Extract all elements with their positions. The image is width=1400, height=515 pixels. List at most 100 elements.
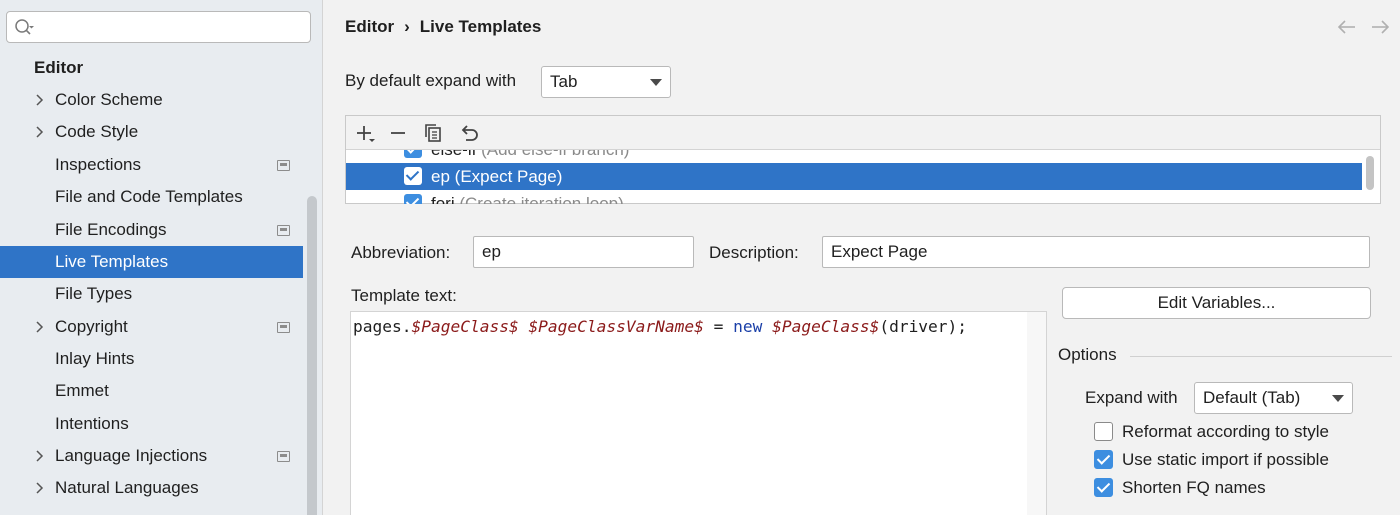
template-list-scrollbar[interactable] [1366,156,1374,190]
settings-sidebar: Editor Color Scheme Code Style Inspectio… [0,0,323,515]
sidebar-item-label: Code Style [55,122,139,141]
project-settings-icon [277,451,290,462]
back-arrow-icon[interactable] [1336,16,1358,38]
description-field[interactable]: Expect Page [822,236,1370,268]
options-divider [1130,356,1392,357]
static-import-label: Use static import if possible [1122,450,1329,469]
project-settings-icon [277,225,290,236]
template-name: ep [431,167,450,186]
expand-with-value: Default (Tab) [1203,388,1301,407]
template-description: (Create iteration loop) [459,194,624,204]
template-name: else-if [431,150,476,159]
sidebar-item-label: Natural Languages [55,478,199,497]
template-code[interactable]: pages.$PageClass$ $PageClassVarName$ = n… [353,317,967,336]
sidebar-item-file-types[interactable]: File Types [0,278,303,310]
chevron-right-icon[interactable] [33,125,47,139]
breadcrumb-separator: › [404,17,410,36]
expand-default-value: Tab [550,72,578,91]
reformat-label: Reformat according to style [1122,422,1329,441]
sidebar-item-label: File Types [55,284,133,303]
sidebar-item-label: Inlay Hints [55,349,135,368]
sidebar-item-inlay-hints[interactable]: Inlay Hints [0,343,303,375]
sidebar-item-color-scheme[interactable]: Color Scheme [0,84,303,116]
expand-default-label: By default expand with [345,71,517,90]
add-icon[interactable] [355,123,375,143]
template-enabled-checkbox[interactable] [404,194,422,204]
sidebar-item-live-templates[interactable]: Live Templates [0,246,303,278]
options-title: Options [1058,345,1117,364]
code-text: (driver); [879,317,968,336]
sidebar-item-label: Intentions [55,414,129,433]
code-text: pages. [353,317,412,336]
breadcrumb-current: Live Templates [419,17,542,36]
code-variable: $PageClass$ [772,317,880,336]
dropdown-caret-icon [1332,395,1344,402]
sidebar-item-label: Language Injections [55,446,208,465]
sidebar-item-copyright[interactable]: Copyright [0,311,303,343]
sidebar-item-label: File Encodings [55,220,167,239]
template-toolbar [346,116,1380,150]
chevron-right-icon[interactable] [33,449,47,463]
reformat-checkbox[interactable] [1094,422,1113,441]
shorten-fq-checkbox[interactable] [1094,478,1113,497]
sidebar-item-inspections[interactable]: Inspections [0,149,303,181]
project-settings-icon [277,322,290,333]
expand-with-label: Expand with [1085,388,1178,407]
sidebar-item-code-style[interactable]: Code Style [0,116,303,148]
code-keyword: new [733,317,763,336]
template-name: fori [431,194,455,204]
search-field[interactable] [6,11,311,43]
template-description: (Expect Page) [454,167,563,186]
sidebar-item-file-encodings[interactable]: File Encodings [0,214,303,246]
sidebar-item-natural-languages[interactable]: Natural Languages [0,472,303,504]
sidebar-item-label: Live Templates [55,252,169,271]
template-row-ep[interactable]: ep (Expect Page) [346,163,1362,190]
sidebar-item-emmet[interactable]: Emmet [0,375,303,407]
template-list[interactable]: else-if (Add else-if branch) ep (Expect … [346,150,1362,204]
sidebar-item-intentions[interactable]: Intentions [0,408,303,440]
template-row-else-if[interactable]: else-if (Add else-if branch) [346,150,1362,163]
search-input[interactable] [39,14,304,40]
template-enabled-checkbox[interactable] [404,150,422,158]
code-text: = [703,317,734,336]
forward-arrow-icon[interactable] [1369,16,1391,38]
abbreviation-label: Abbreviation: [351,243,451,262]
sidebar-item-language-injections[interactable]: Language Injections [0,440,303,472]
template-text-editor[interactable]: pages.$PageClass$ $PageClassVarName$ = n… [350,311,1047,515]
chevron-right-icon[interactable] [33,481,47,495]
chevron-right-icon[interactable] [33,93,47,107]
breadcrumb: Editor › Live Templates [345,17,541,37]
description-label: Description: [709,243,799,262]
sidebar-scrollbar[interactable] [307,196,317,515]
template-list-panel: else-if (Add else-if branch) ep (Expect … [345,115,1381,204]
copy-icon[interactable] [423,123,443,143]
sidebar-item-label: Emmet [55,381,109,400]
sidebar-item-file-and-code-templates[interactable]: File and Code Templates [0,181,303,213]
project-settings-icon [277,160,290,171]
breadcrumb-parent[interactable]: Editor [345,17,394,36]
dropdown-caret-icon [650,79,662,86]
restore-defaults-icon[interactable] [459,123,479,143]
code-variable: $PageClass$ [411,317,519,336]
template-text-label: Template text: [351,286,457,305]
sidebar-item-label: Inspections [55,155,141,174]
code-variable: $PageClassVarName$ [528,317,704,336]
template-enabled-checkbox[interactable] [404,167,422,185]
sidebar-item-label: Color Scheme [55,90,163,109]
static-import-checkbox[interactable] [1094,450,1113,469]
template-row-fori[interactable]: fori (Create iteration loop) [346,190,1362,204]
edit-variables-button[interactable]: Edit Variables... [1062,287,1371,319]
sidebar-heading-editor[interactable]: Editor [34,58,83,78]
expand-default-select[interactable]: Tab [541,66,671,98]
template-description: (Add else-if branch) [481,150,629,159]
shorten-fq-label: Shorten FQ names [1122,478,1266,497]
expand-with-select[interactable]: Default (Tab) [1194,382,1353,414]
sidebar-item-label: File and Code Templates [55,187,243,206]
remove-icon[interactable] [389,123,409,143]
search-icon[interactable] [14,18,34,38]
chevron-right-icon[interactable] [33,320,47,334]
abbreviation-field[interactable]: ep [473,236,694,268]
sidebar-item-label: Copyright [55,317,128,336]
